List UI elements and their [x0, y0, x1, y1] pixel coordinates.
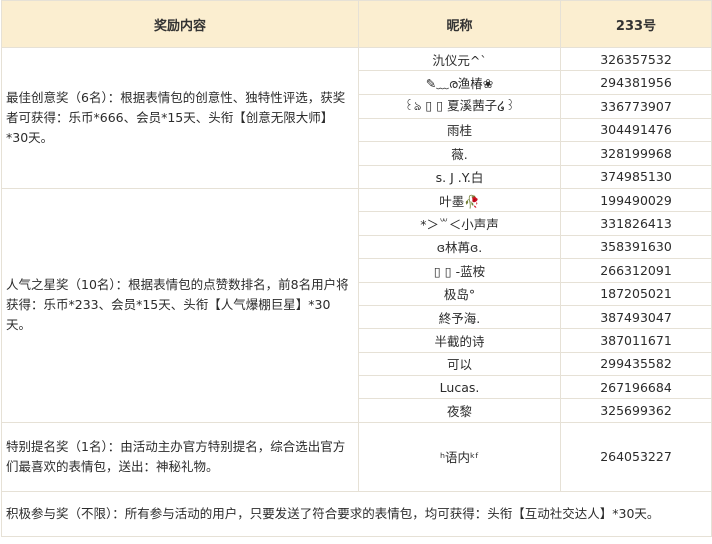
award-table-body: 最佳创意奖（6名）：根据表情包的创意性、独特性评选，获奖者可获得：乐币*666、…	[1, 46, 712, 537]
winner-nickname: Lucas.	[358, 375, 561, 400]
header-reward: 奖励内容	[1, 0, 359, 48]
winner-nickname: 半截的诗	[358, 328, 561, 353]
winner-id: 294381956	[560, 70, 712, 95]
header-row: 奖励内容 昵称 233号	[1, 0, 712, 48]
winner-id: 387493047	[560, 304, 712, 330]
winner-nickname: 可以	[358, 351, 561, 377]
winner-id: 199490029	[560, 187, 712, 213]
winner-nickname: 終予海.	[358, 304, 561, 330]
reward-description: 最佳创意奖（6名）：根据表情包的创意性、独特性评选，获奖者可获得：乐币*666、…	[1, 47, 359, 189]
winner-nickname: ꒰ঌ ▯ ▯ 夏溪茜子໒꒱	[358, 93, 561, 119]
special-nomination-row: 特别提名奖（1名）：由活动主办官方特别提名，综合选出官方们最喜欢的表情包，送出：…	[1, 421, 712, 492]
winner-id: 304491476	[560, 117, 712, 143]
winner-nickname: 氿仪元^`	[358, 46, 561, 72]
winner-nickname: 薇.	[358, 141, 561, 166]
award-table: 奖励内容 昵称 233号 最佳创意奖（6名）：根据表情包的创意性、独特性评选，获…	[1, 0, 712, 537]
winner-id: 267196684	[560, 375, 712, 400]
winner-id: 325699362	[560, 398, 712, 423]
winner-nickname: 夜黎	[358, 398, 561, 423]
winner-id: 187205021	[560, 281, 712, 306]
winner-nickname: s. J .Y.白	[358, 164, 561, 189]
winner-id: 299435582	[560, 351, 712, 377]
winner-id: 331826413	[560, 211, 712, 236]
winner-id: 266312091	[560, 258, 712, 283]
winner-id: 336773907	[560, 93, 712, 119]
special-winner-nickname: ʰ语内ᵏᶠ	[358, 421, 561, 492]
winner-id: 328199968	[560, 141, 712, 166]
participation-award-text: 积极参与奖（不限）：所有参与活动的用户，只要发送了符合要求的表情包，均可获得：头…	[1, 490, 712, 537]
table-row: 人气之星奖（10名）：根据表情包的点赞数排名，前8名用户将获得：乐币*233、会…	[1, 187, 712, 423]
reward-description: 人气之星奖（10名）：根据表情包的点赞数排名，前8名用户将获得：乐币*233、会…	[1, 187, 359, 423]
winner-nickname: 极岛°	[358, 281, 561, 306]
winner-id: 326357532	[560, 46, 712, 72]
table-row: 最佳创意奖（6名）：根据表情包的创意性、独特性评选，获奖者可获得：乐币*666、…	[1, 46, 712, 189]
winner-id: 387011671	[560, 328, 712, 353]
participation-award-row: 积极参与奖（不限）：所有参与活动的用户，只要发送了符合要求的表情包，均可获得：头…	[1, 490, 712, 537]
winner-nickname: ✎﹏ര渔椿❀	[358, 70, 561, 95]
header-nickname: 昵称	[358, 0, 561, 48]
winner-nickname: 雨桂	[358, 117, 561, 143]
winner-id: 358391630	[560, 234, 712, 260]
winner-nickname: 叶墨🥀	[358, 187, 561, 213]
winner-nickname: ɞ林苒ɞ.	[358, 234, 561, 260]
winner-nickname: ▯ ▯ -蓝桉	[358, 258, 561, 283]
special-reward-description: 特别提名奖（1名）：由活动主办官方特别提名，综合选出官方们最喜欢的表情包，送出：…	[1, 421, 359, 492]
winner-nickname: *＞꒳＜小声声	[358, 211, 561, 236]
winner-id: 374985130	[560, 164, 712, 189]
header-id: 233号	[560, 0, 712, 48]
special-winner-id: 264053227	[560, 421, 712, 492]
